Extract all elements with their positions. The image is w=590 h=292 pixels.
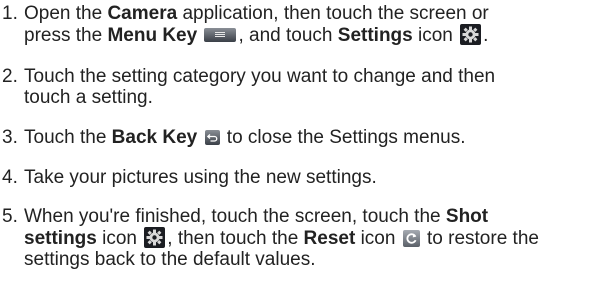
step-text: to restore the [421,228,539,249]
step-number: 2. [2,66,18,87]
step-number: 4. [2,167,18,188]
step-number: 1. [2,3,18,24]
settings-label: settings [24,228,97,249]
step-1: 1. Open the Camera application, then tou… [0,3,590,46]
step-line: touch a setting. [24,87,153,108]
step-line: Touch the setting category you want to c… [24,66,496,87]
step-line: Take your pictures using the new setting… [24,167,377,188]
step-2: 2. Touch the setting category you want t… [0,66,590,108]
step-text: Touch the [24,127,112,148]
back-key-label: Back Key [111,127,198,148]
step-text: , then touch the [167,228,304,249]
step-text: . [483,25,489,46]
step-line: settings icon , then touch the Reset ico… [24,227,590,249]
step-3: 3. Touch the Back Key to close the Setti… [0,127,590,148]
step-line: When you're finished, touch the screen, … [24,206,590,227]
step-text: icon [412,25,453,46]
gear-icon [460,24,482,45]
step-text: application, then touch the screen or [177,3,489,24]
step-line: Touch the Back Key to close the Settings… [24,127,590,148]
settings-label: Settings [337,25,413,46]
step-number: 3. [2,127,18,148]
step-4: 4. Take your pictures using the new sett… [0,167,590,188]
menu-key-label: Menu Key [107,25,198,46]
step-number: 5. [2,206,18,227]
step-line: Open the Camera application, then touch … [24,3,590,24]
step-text: When you're finished, touch the screen, … [24,206,446,227]
step-line: settings back to the default values. [24,249,316,270]
step-text: press the [24,25,108,46]
step-text: icon [96,228,143,249]
reset-label: Reset [303,228,356,249]
step-text: Open the [24,3,108,24]
step-5: 5. When you're finished, touch the scree… [0,206,590,270]
back-key-icon [204,130,220,145]
step-line: press the Menu Key , and touch Settings … [24,24,590,46]
gear-icon [144,227,166,248]
step-text: to close the Settings menus. [221,127,466,148]
step-text: icon [355,228,401,249]
shot-label: Shot [445,206,489,227]
reset-icon [402,230,420,247]
camera-app-name: Camera [107,3,178,24]
menu-key-icon [204,28,237,42]
instruction-list: 1. Open the Camera application, then tou… [0,3,590,292]
step-text: , and touch [238,25,338,46]
